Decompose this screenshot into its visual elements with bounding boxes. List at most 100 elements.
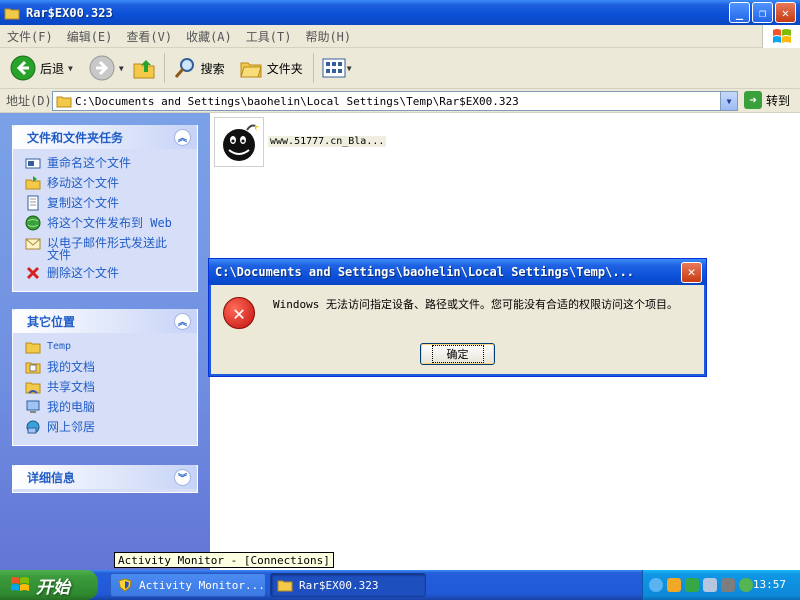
close-button[interactable]: ✕	[775, 2, 796, 23]
toolbar: 后退 ▼ ▼ 搜索 文件夹 ▼	[0, 48, 800, 89]
toolbar-separator	[312, 53, 314, 83]
file-thumbnail	[214, 117, 264, 167]
globe-icon	[25, 215, 41, 231]
views-button[interactable]: ▼	[318, 51, 356, 85]
search-icon	[174, 58, 194, 78]
task-copy-label: 复制这个文件	[47, 196, 120, 210]
tray-icon-1[interactable]	[667, 578, 681, 592]
chevron-down-icon[interactable]: ▼	[347, 64, 352, 73]
dialog-titlebar[interactable]: C:\Documents and Settings\baohelin\Local…	[209, 259, 706, 285]
tray-expand-icon[interactable]	[649, 578, 663, 592]
collapse-icon[interactable]: ︽	[174, 128, 191, 146]
bomb-icon	[223, 123, 259, 161]
maximize-button[interactable]: ❐	[752, 2, 773, 23]
dialog-close-button[interactable]: ✕	[681, 262, 702, 283]
task-move[interactable]: 移动这个文件	[25, 175, 197, 191]
file-item[interactable]: www.51777.cn_Bla...	[214, 117, 387, 167]
error-icon: ✕	[223, 297, 255, 329]
search-label: 搜索	[200, 61, 225, 76]
file-name: www.51777.cn_Bla...	[268, 135, 387, 147]
menu-tools[interactable]: 工具(T)	[239, 28, 299, 45]
tray-media-icon[interactable]	[721, 578, 735, 592]
network-icon	[26, 420, 40, 434]
menu-edit[interactable]: 编辑(E)	[60, 28, 120, 45]
file-tasks-header[interactable]: 文件和文件夹任务 ︽	[13, 125, 197, 149]
place-temp[interactable]: Temp	[25, 339, 197, 355]
taskbar-tooltip: Activity Monitor - [Connections]	[114, 552, 334, 568]
menu-file[interactable]: 文件(F)	[0, 28, 60, 45]
place-my-documents[interactable]: 我的文档	[25, 359, 197, 375]
place-temp-label: Temp	[47, 341, 72, 352]
address-label: 地址(D)	[6, 94, 52, 108]
delete-icon	[26, 266, 40, 280]
folders-icon	[240, 62, 262, 78]
menu-help[interactable]: 帮助(H)	[298, 28, 358, 45]
my-documents-icon	[25, 362, 41, 374]
chevron-down-icon[interactable]: ▼	[68, 64, 73, 73]
views-icon	[322, 58, 346, 78]
ok-label: 确定	[431, 345, 484, 363]
taskbar-item-activity-monitor[interactable]: Activity Monitor...	[110, 573, 266, 597]
menu-view[interactable]: 查看(V)	[119, 28, 179, 45]
start-label: 开始	[36, 577, 70, 598]
task-publish-label: 将这个文件发布到 Web	[47, 216, 172, 230]
task-publish[interactable]: 将这个文件发布到 Web	[25, 215, 197, 231]
place-network[interactable]: 网上邻居	[25, 419, 197, 435]
place-my-computer-label: 我的电脑	[47, 400, 96, 414]
shared-folder-icon	[25, 382, 41, 394]
place-shared-documents[interactable]: 共享文档	[25, 379, 197, 395]
expand-icon[interactable]: ︾	[174, 468, 191, 486]
file-tasks-title: 文件和文件夹任务	[27, 130, 124, 145]
dialog-title: C:\Documents and Settings\baohelin\Local…	[215, 265, 635, 279]
other-places-header[interactable]: 其它位置 ︽	[13, 309, 197, 333]
minimize-button[interactable]: _	[729, 2, 750, 23]
details-title: 详细信息	[27, 470, 76, 485]
tray-security-icon[interactable]	[739, 578, 753, 592]
collapse-icon[interactable]: ︽	[174, 312, 191, 330]
window-title: Rar$EX00.323	[26, 5, 113, 20]
task-email[interactable]: 以电子邮件形式发送此文件	[25, 235, 197, 261]
task-move-label: 移动这个文件	[47, 176, 120, 190]
menu-favorites[interactable]: 收藏(A)	[179, 28, 239, 45]
email-icon	[25, 238, 41, 250]
search-button[interactable]: 搜索	[169, 51, 229, 85]
task-delete[interactable]: 删除这个文件	[25, 265, 197, 281]
taskbar-item-explorer[interactable]: Rar$EX00.323	[270, 573, 426, 597]
tray-network-icon[interactable]	[703, 578, 717, 592]
place-my-documents-label: 我的文档	[47, 360, 96, 374]
address-bar: 地址(D) C:\Documents and Settings\baohelin…	[0, 89, 800, 113]
address-dropdown-button[interactable]: ▼	[720, 92, 737, 110]
taskbar-item-label: Activity Monitor...	[139, 578, 265, 592]
address-path: C:\Documents and Settings\baohelin\Local…	[75, 94, 519, 108]
address-input[interactable]: C:\Documents and Settings\baohelin\Local…	[52, 91, 738, 111]
folders-label: 文件夹	[266, 61, 303, 76]
task-copy[interactable]: 复制这个文件	[25, 195, 197, 211]
ok-button[interactable]: 确定	[420, 343, 495, 365]
taskbar-item-label: Rar$EX00.323	[299, 578, 379, 592]
window-titlebar[interactable]: Rar$EX00.323 _ ❐ ✕	[0, 0, 800, 25]
place-my-computer[interactable]: 我的电脑	[25, 399, 197, 415]
move-icon	[25, 176, 41, 190]
shield-icon	[118, 578, 132, 592]
clock: 13:57	[752, 578, 786, 591]
menu-bar: 文件(F) 编辑(E) 查看(V) 收藏(A) 工具(T) 帮助(H)	[0, 25, 800, 48]
place-network-label: 网上邻居	[47, 420, 96, 434]
go-button[interactable]: ➜ 转到	[744, 91, 790, 109]
forward-button[interactable]: ▼	[85, 51, 128, 85]
folder-icon	[25, 342, 41, 354]
task-rename[interactable]: 重命名这个文件	[25, 155, 197, 171]
forward-arrow-icon	[89, 55, 115, 81]
tray-umbrella-icon[interactable]	[685, 578, 699, 592]
go-arrow-icon: ➜	[744, 91, 762, 109]
windows-flag-icon	[772, 28, 791, 43]
up-folder-button[interactable]	[128, 51, 160, 85]
details-box: 详细信息 ︾	[12, 465, 198, 493]
windows-flag-icon	[11, 577, 29, 591]
back-button[interactable]: 后退 ▼	[6, 51, 77, 85]
computer-icon	[26, 400, 40, 413]
details-header[interactable]: 详细信息 ︾	[13, 465, 197, 489]
error-dialog: C:\Documents and Settings\baohelin\Local…	[208, 258, 707, 377]
start-button[interactable]: 开始	[0, 570, 98, 600]
folders-button[interactable]: 文件夹	[235, 51, 307, 85]
chevron-down-icon[interactable]: ▼	[119, 64, 124, 73]
